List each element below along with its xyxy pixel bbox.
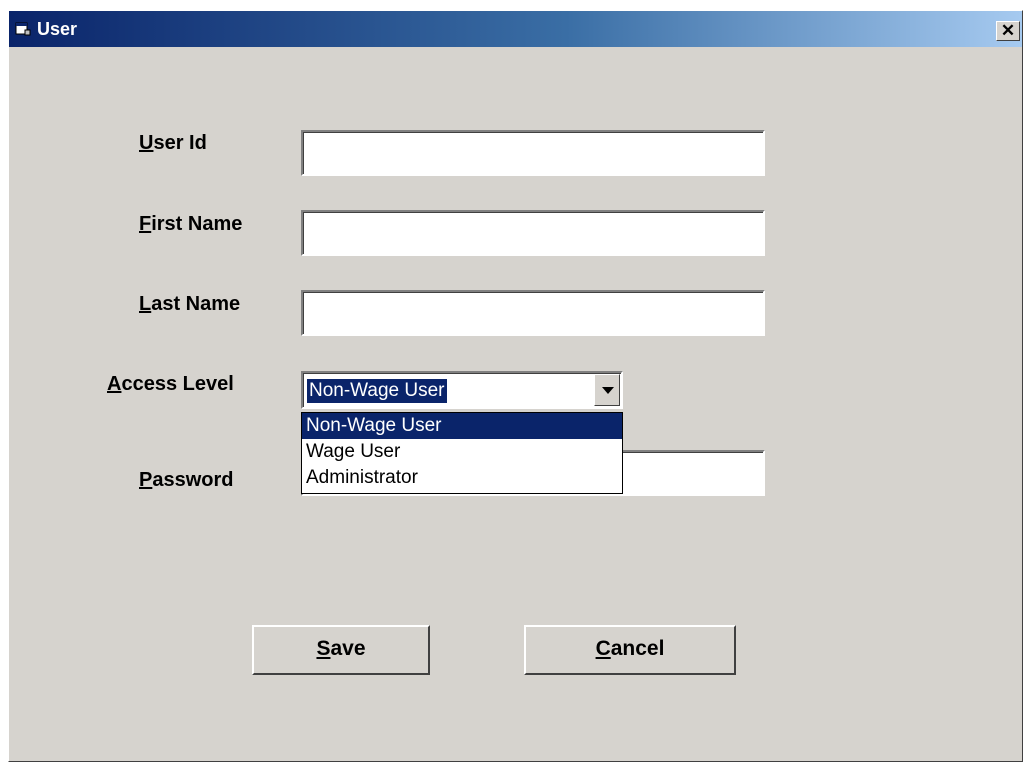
save-button[interactable]: Save <box>252 625 430 675</box>
close-button[interactable]: ✕ <box>996 21 1020 41</box>
title-bar[interactable]: User ✕ <box>9 11 1022 47</box>
access-level-selected-value: Non-Wage User <box>307 379 447 403</box>
first-name-label: First Name <box>139 213 243 235</box>
password-label: Password <box>139 469 234 491</box>
window-title: User <box>37 19 78 39</box>
access-level-dropdown-list: Non-Wage User Wage User Administrator <box>301 412 623 494</box>
user-id-input[interactable] <box>301 130 765 176</box>
dropdown-arrow-button[interactable] <box>594 374 620 406</box>
user-id-label: User Id <box>139 132 207 154</box>
close-icon: ✕ <box>1000 21 1016 40</box>
access-level-label: Access Level <box>107 373 234 395</box>
access-level-select[interactable]: Non-Wage User <box>301 371 623 409</box>
option-administrator[interactable]: Administrator <box>302 465 622 491</box>
cancel-button[interactable]: Cancel <box>524 625 736 675</box>
last-name-input[interactable] <box>301 290 765 336</box>
option-wage-user[interactable]: Wage User <box>302 439 622 465</box>
user-dialog: User ✕ User Id First Name Last Name Acce… <box>8 10 1023 762</box>
first-name-input[interactable] <box>301 210 765 256</box>
chevron-down-icon <box>602 387 614 394</box>
last-name-label: Last Name <box>139 293 241 315</box>
option-non-wage-user[interactable]: Non-Wage User <box>302 413 622 439</box>
window-icon <box>15 22 31 36</box>
